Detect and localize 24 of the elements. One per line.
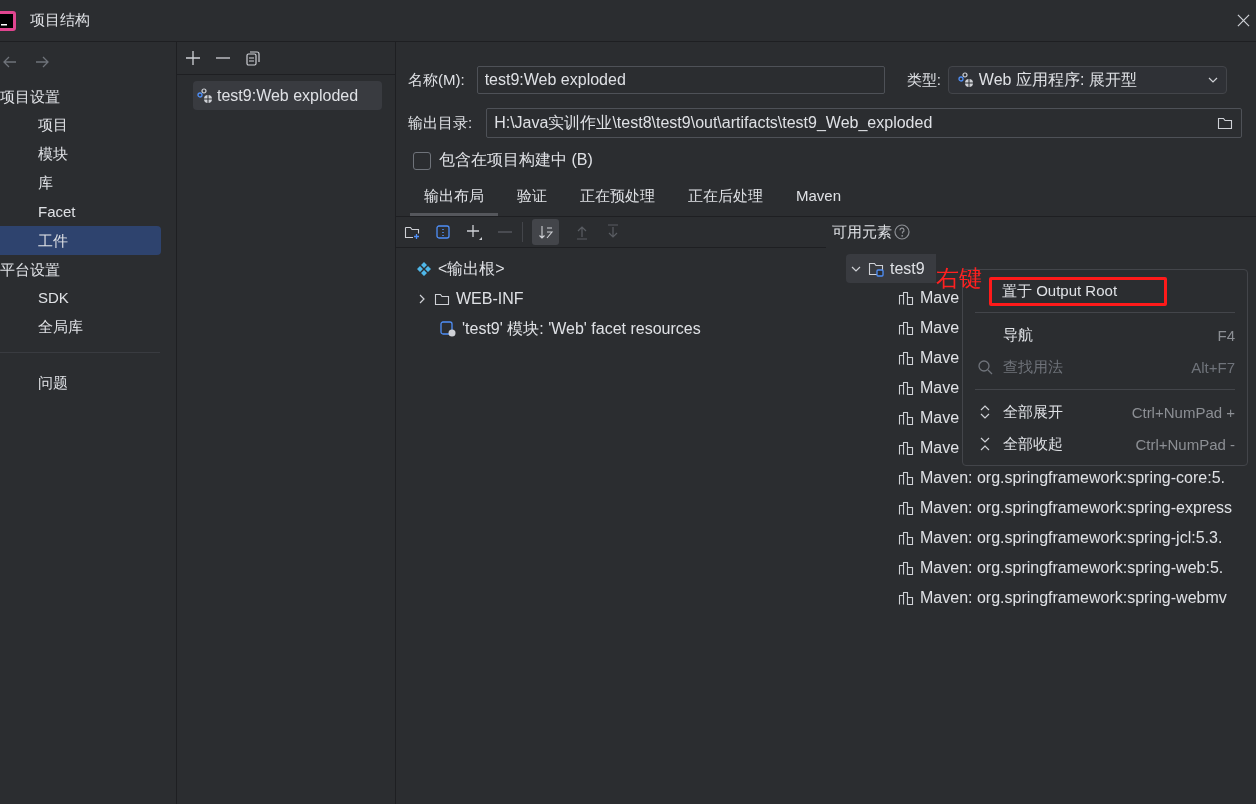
tree-label: WEB-INF [456, 290, 524, 308]
tree-label: Maven: org.springframework:spring-web:5. [920, 559, 1224, 577]
tree-label: <输出根> [438, 258, 505, 279]
tree-label: Maven: org.springframework:spring-express [920, 499, 1233, 517]
annotation-text: 右键 [936, 266, 982, 291]
tree-label: Mave [920, 349, 960, 367]
tree-label: Mave [920, 319, 960, 337]
tree-label: Mave [920, 409, 960, 427]
tree-label: Mave [920, 439, 960, 457]
section-header: 平台设置 [0, 260, 61, 280]
available-elements-label: 可用元素 [832, 222, 892, 242]
window-title: 项目结构 [30, 11, 90, 30]
tree-label: Maven: org.springframework:spring-jcl:5.3. [920, 529, 1223, 547]
tree-label: Maven: org.springframework:spring-core:5. [920, 469, 1225, 487]
tree-label: Mave [920, 289, 960, 307]
tree-label: Mave [920, 379, 960, 397]
checkbox-label: 包含在项目构建中 (B) [439, 150, 593, 170]
tree-label: test9 [890, 259, 925, 278]
output-dir-label: 输出目录: [408, 113, 473, 133]
name-label: 名称(M): [408, 70, 465, 90]
tree-label: 'test9' 模块: 'Web' facet resources [462, 318, 701, 339]
type-label: 类型: [906, 70, 941, 90]
section-header: 项目设置 [0, 87, 61, 107]
tree-label: Maven: org.springframework:spring-webmv [920, 589, 1227, 607]
